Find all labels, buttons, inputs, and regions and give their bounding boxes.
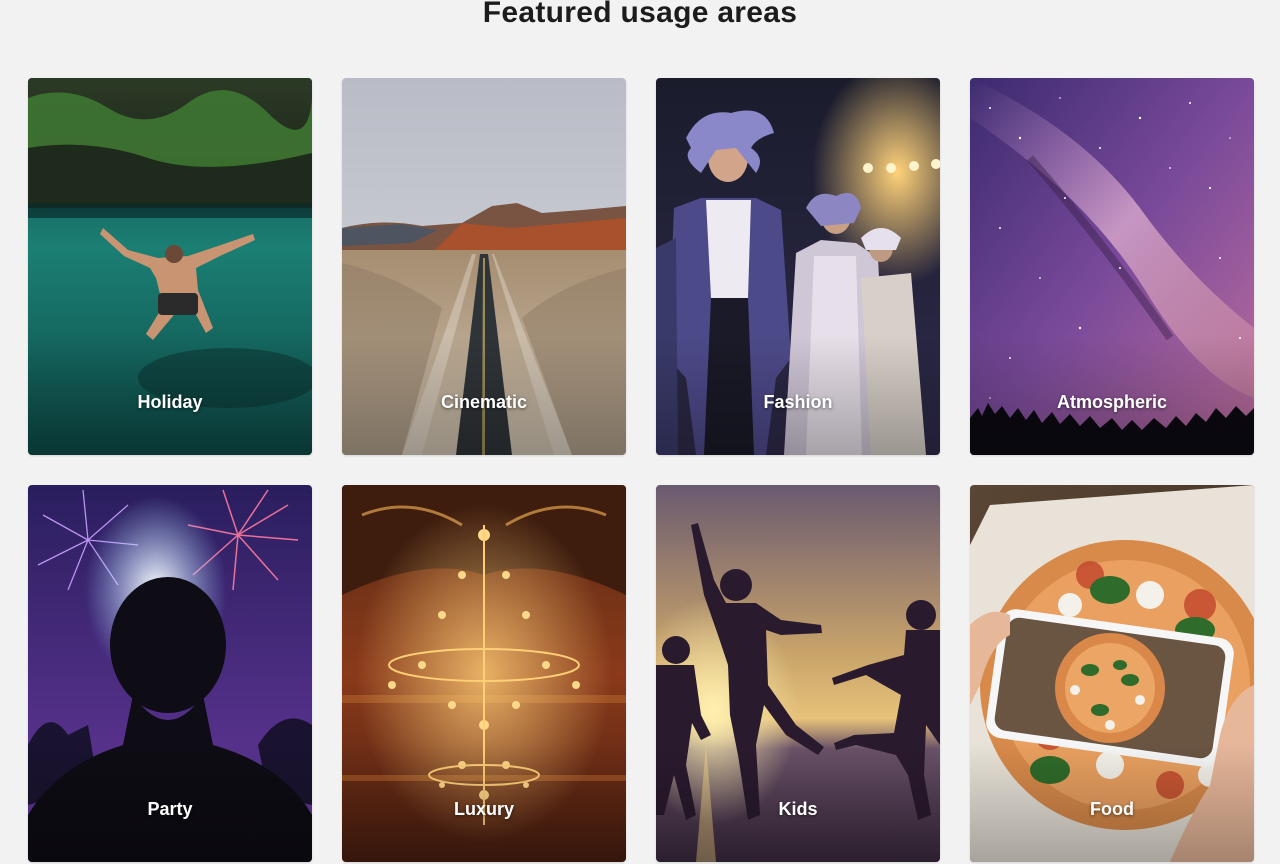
card-label: Party xyxy=(147,799,193,819)
section-title: Featured usage areas xyxy=(482,0,798,29)
card-label: Food xyxy=(1090,799,1134,819)
card-luxury[interactable]: Luxury xyxy=(342,485,626,862)
card-label: Holiday xyxy=(137,392,203,412)
card-food[interactable]: Food xyxy=(970,485,1254,862)
page: Featured usage areas Holiday Cinematic F… xyxy=(0,0,1280,864)
card-kids[interactable]: Kids xyxy=(656,485,940,862)
card-label: Cinematic xyxy=(440,392,528,412)
card-holiday[interactable]: Holiday xyxy=(28,78,312,455)
card-label: Kids xyxy=(778,799,818,819)
card-fashion[interactable]: Fashion xyxy=(656,78,940,455)
usage-area-grid: Holiday Cinematic Fashion Atmospheric Pa… xyxy=(28,78,1256,862)
card-atmospheric[interactable]: Atmospheric xyxy=(970,78,1254,455)
card-label: Atmospheric xyxy=(1056,392,1168,412)
card-label: Fashion xyxy=(763,392,833,412)
card-cinematic[interactable]: Cinematic xyxy=(342,78,626,455)
card-party[interactable]: Party xyxy=(28,485,312,862)
card-label: Luxury xyxy=(453,799,514,819)
